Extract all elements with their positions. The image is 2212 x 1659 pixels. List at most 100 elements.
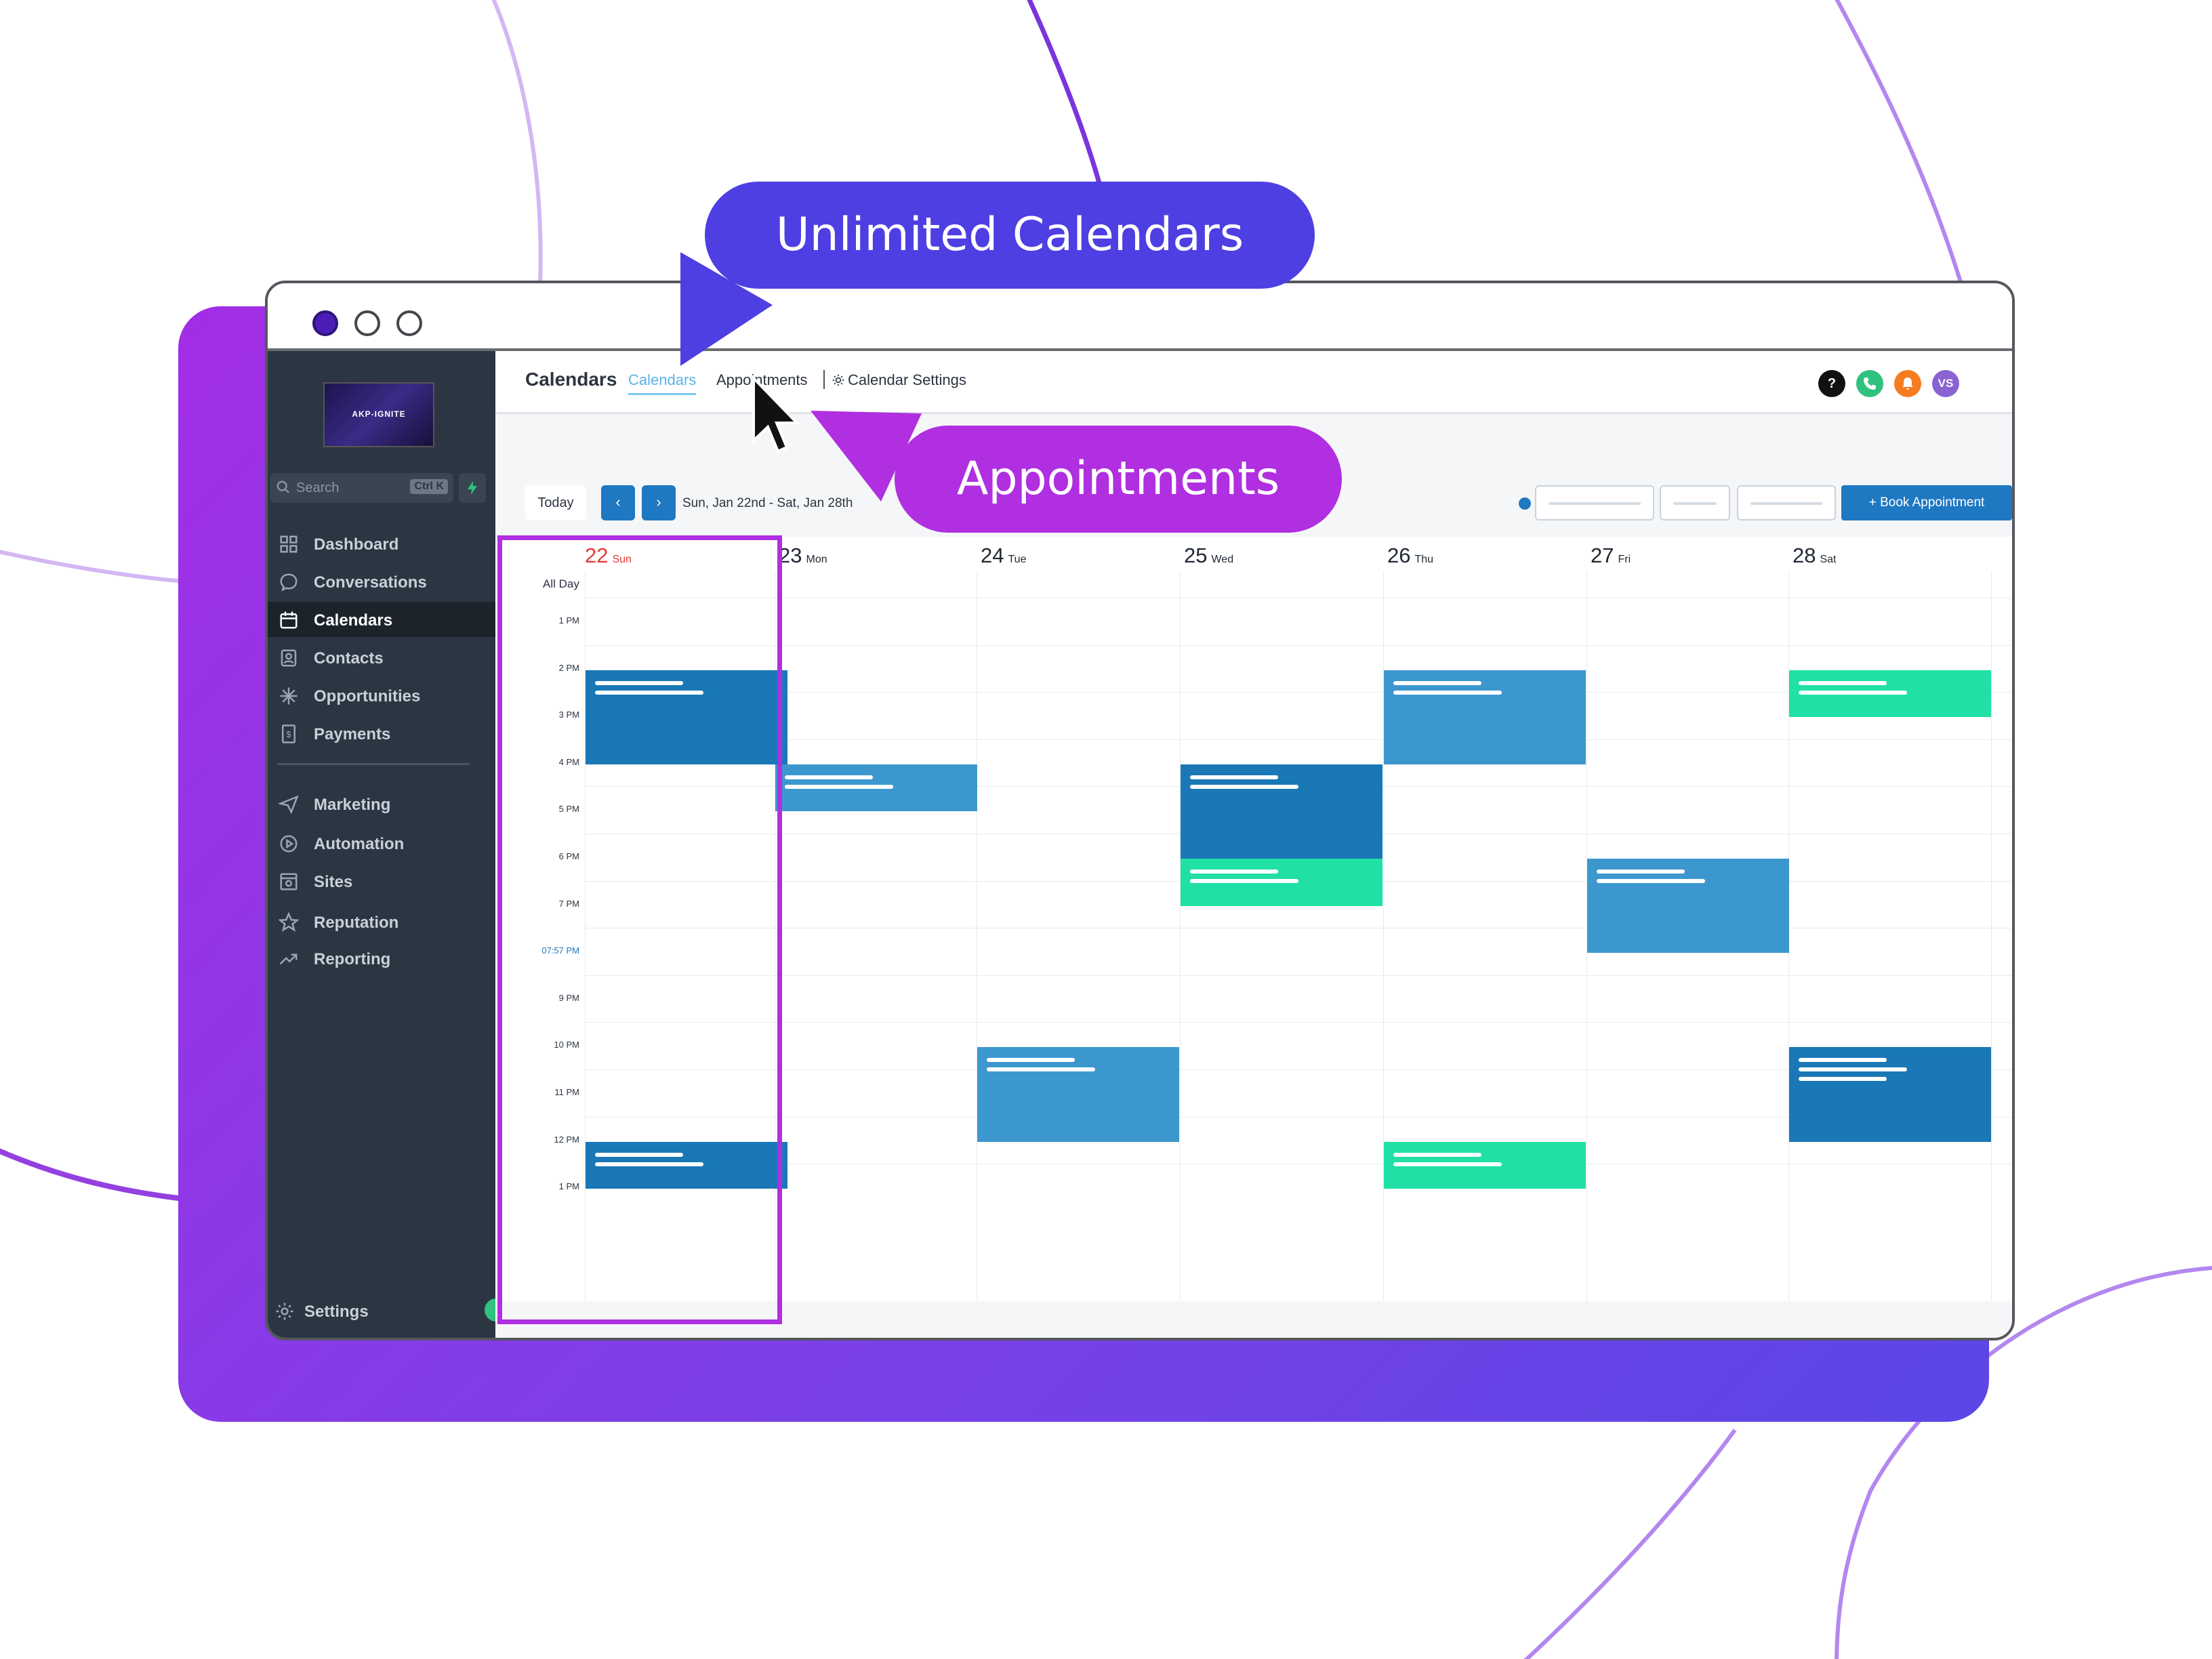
calendar-event[interactable] <box>1789 1047 1991 1142</box>
prev-week-button[interactable]: ‹ <box>601 485 635 520</box>
tab-appointments[interactable]: Appointments <box>716 371 808 389</box>
day-column-divider <box>1180 571 1181 1301</box>
calendar-event[interactable] <box>1587 859 1789 954</box>
bell-icon[interactable] <box>1894 370 1921 397</box>
sidebar-item-opportunities[interactable]: Opportunities <box>268 678 495 713</box>
event-title-placeholder <box>1190 784 1298 789</box>
hour-gridline <box>585 739 2012 740</box>
day-header-mon[interactable]: 23 Mon <box>779 544 827 571</box>
hour-gridline <box>585 975 2012 976</box>
sidebar: AKP-IGNITE Search Ctrl K Dashboard Conve… <box>268 351 508 1338</box>
next-week-button[interactable]: › <box>642 485 676 520</box>
day-header-tue[interactable]: 24 Tue <box>981 544 1026 571</box>
event-title-placeholder <box>1393 1162 1502 1166</box>
calendar-event[interactable] <box>977 1047 1179 1142</box>
event-title-placeholder <box>1799 680 1887 685</box>
sidebar-item-marketing[interactable]: Marketing <box>268 786 495 821</box>
day-header-wed[interactable]: 25 Wed <box>1184 544 1233 571</box>
filter-dropdown[interactable] <box>1535 485 1654 520</box>
calendar-event[interactable] <box>1384 1141 1586 1189</box>
sidebar-item-reputation[interactable]: Reputation <box>268 904 495 939</box>
dashboard-icon <box>280 535 298 553</box>
filter-placeholder-bar <box>1673 502 1717 505</box>
sidebar-item-label: Automation <box>314 835 405 853</box>
sidebar-item-sites[interactable]: Sites <box>268 863 495 899</box>
tab-calendar-settings-label: Calendar Settings <box>848 371 966 388</box>
calendar-event[interactable] <box>1181 764 1382 859</box>
sidebar-item-label: Calendars <box>314 611 393 630</box>
sidebar-item-automation[interactable]: Automation <box>268 825 495 861</box>
tab-calendar-settings[interactable]: Calendar Settings <box>832 371 966 389</box>
search-input[interactable]: Search Ctrl K <box>270 473 453 503</box>
phone-icon[interactable] <box>1856 370 1883 397</box>
day-name: Wed <box>1211 554 1234 565</box>
sidebar-item-label: Payments <box>314 725 391 743</box>
event-title-placeholder <box>1597 869 1685 874</box>
sidebar-item-label: Dashboard <box>314 535 399 554</box>
sidebar-item-reporting[interactable]: Reporting <box>268 941 495 976</box>
sidebar-item-dashboard[interactable]: Dashboard <box>268 526 495 561</box>
sidebar-item-label: Reporting <box>314 950 391 968</box>
event-title-placeholder <box>1393 690 1502 695</box>
day-number: 27 <box>1591 544 1614 567</box>
sidebar-item-calendars[interactable]: Calendars <box>268 602 495 637</box>
tab-separator <box>823 370 825 389</box>
day-column-divider <box>1991 571 1992 1301</box>
day-name: Thu <box>1414 554 1434 565</box>
sidebar-item-label: Contacts <box>314 649 384 668</box>
quick-action-button[interactable] <box>459 473 486 503</box>
event-title-placeholder <box>785 784 893 789</box>
help-icon[interactable]: ? <box>1818 370 1845 397</box>
today-button[interactable]: Today <box>525 485 586 520</box>
star-icon <box>279 912 299 933</box>
day-header-thu[interactable]: 26 Thu <box>1387 544 1433 571</box>
day-number: 28 <box>1793 544 1816 567</box>
avatar[interactable]: VS <box>1932 370 1959 397</box>
day-name: Fri <box>1618 554 1631 565</box>
send-icon <box>279 795 299 815</box>
event-title-placeholder <box>1799 1077 1887 1082</box>
svg-text:$: $ <box>287 730 291 739</box>
event-title-placeholder <box>1393 680 1481 685</box>
header-bar: Calendars Calendars Appointments Calenda… <box>495 351 2012 414</box>
event-title-placeholder <box>1393 1152 1481 1157</box>
sidebar-item-payments[interactable]: $ Payments <box>268 716 495 751</box>
sites-icon <box>280 873 298 890</box>
day-header-sat[interactable]: 28 Sat <box>1793 544 1837 571</box>
event-title-placeholder <box>987 1067 1095 1072</box>
brand-logo-text: AKP-IGNITE <box>352 409 406 419</box>
event-title-placeholder <box>1190 879 1298 883</box>
filter-dropdown[interactable] <box>1737 485 1836 520</box>
sidebar-item-label: Conversations <box>314 573 427 592</box>
calendar-event[interactable] <box>1789 670 1991 718</box>
calendar-event[interactable] <box>775 764 977 812</box>
calendar-event[interactable] <box>1384 670 1586 764</box>
today-column-highlight <box>497 535 782 1324</box>
window-titlebar <box>268 283 2012 351</box>
sidebar-item-conversations[interactable]: Conversations <box>268 564 495 599</box>
window-dot-maximize[interactable] <box>396 310 422 336</box>
day-header-fri[interactable]: 27 Fri <box>1591 544 1631 571</box>
book-appointment-button[interactable]: + Book Appointment <box>1841 485 2012 520</box>
event-title-placeholder <box>1799 1067 1907 1072</box>
page-title: Calendars <box>525 369 617 390</box>
sidebar-item-settings[interactable]: Settings <box>268 1296 495 1328</box>
filter-dropdown[interactable] <box>1660 485 1730 520</box>
day-number: 26 <box>1387 544 1411 567</box>
trend-icon <box>279 954 298 965</box>
event-title-placeholder <box>785 775 873 779</box>
tab-calendars[interactable]: Calendars <box>628 371 697 395</box>
calendar-event[interactable] <box>1181 859 1382 906</box>
window-dot-minimize[interactable] <box>354 310 380 336</box>
sidebar-item-contacts[interactable]: Contacts <box>268 640 495 675</box>
contacts-icon <box>281 649 297 667</box>
hour-gridline <box>585 1022 2012 1023</box>
date-range-label: Sun, Jan 22nd - Sat, Jan 28th <box>682 496 853 510</box>
brand-logo[interactable]: AKP-IGNITE <box>323 382 434 447</box>
info-icon[interactable] <box>1519 497 1531 510</box>
day-number: 24 <box>981 544 1004 567</box>
hour-gridline <box>585 644 2012 646</box>
event-title-placeholder <box>1799 1058 1887 1063</box>
sidebar-item-label: Opportunities <box>314 687 421 705</box>
window-dot-close[interactable] <box>312 310 338 336</box>
